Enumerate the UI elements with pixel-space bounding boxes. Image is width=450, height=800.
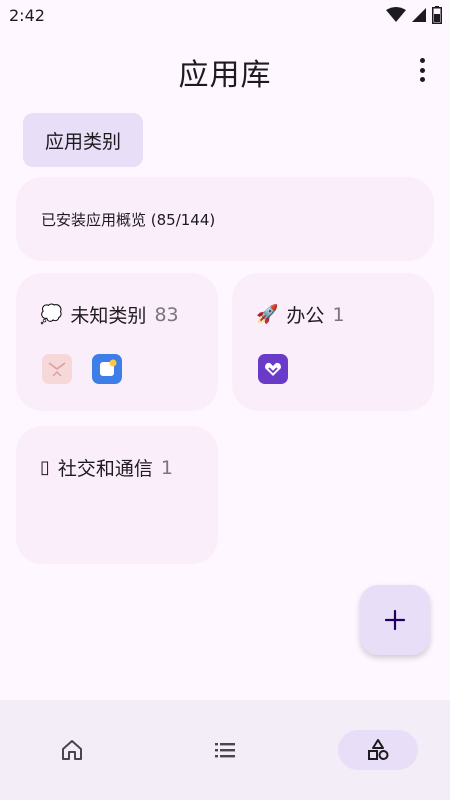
category-count: 83 xyxy=(154,303,179,326)
nav-home[interactable] xyxy=(52,730,92,770)
category-card-unknown[interactable]: 💭 未知类别 83 xyxy=(16,273,218,411)
rocket-icon: 🚀 xyxy=(256,304,279,325)
list-icon xyxy=(215,743,235,758)
category-name: 未知类别 xyxy=(70,305,147,327)
status-time: 2:42 xyxy=(9,6,45,25)
category-count: 1 xyxy=(160,456,174,479)
category-card-social[interactable]: ▯ 社交和通信 1 xyxy=(16,426,218,564)
wifi-icon xyxy=(386,7,406,23)
installed-apps-overview-card[interactable]: 已安装应用概览 (85/144) xyxy=(16,177,434,261)
status-icons xyxy=(386,6,442,24)
purple-heart-app-icon[interactable] xyxy=(258,354,288,384)
thought-bubble-icon: 💭 xyxy=(40,304,63,325)
shapes-icon xyxy=(368,739,389,760)
category-name: 社交和通信 xyxy=(57,458,153,480)
nav-categories[interactable] xyxy=(338,730,418,770)
blue-note-app-icon[interactable] xyxy=(92,354,122,384)
battery-icon xyxy=(432,6,442,24)
pink-envelope-app-icon[interactable] xyxy=(42,354,72,384)
home-icon xyxy=(62,740,82,760)
nav-list[interactable] xyxy=(205,730,245,770)
overview-text: 已安装应用概览 (85/144) xyxy=(41,210,216,229)
add-button[interactable] xyxy=(360,585,430,655)
category-count: 1 xyxy=(332,303,345,326)
plus-icon xyxy=(384,609,406,631)
page-title: 应用库 xyxy=(178,58,272,93)
category-name: 办公 xyxy=(286,305,325,327)
app-categories-chip[interactable]: 应用类别 xyxy=(23,113,143,167)
category-card-office[interactable]: 🚀 办公 1 xyxy=(232,273,434,411)
more-vert-icon[interactable] xyxy=(414,58,430,82)
missing-glyph-icon: ▯ xyxy=(40,457,50,478)
status-bar: 2:42 xyxy=(0,0,450,32)
cell-signal-icon xyxy=(412,7,426,23)
bottom-navigation xyxy=(0,700,450,800)
